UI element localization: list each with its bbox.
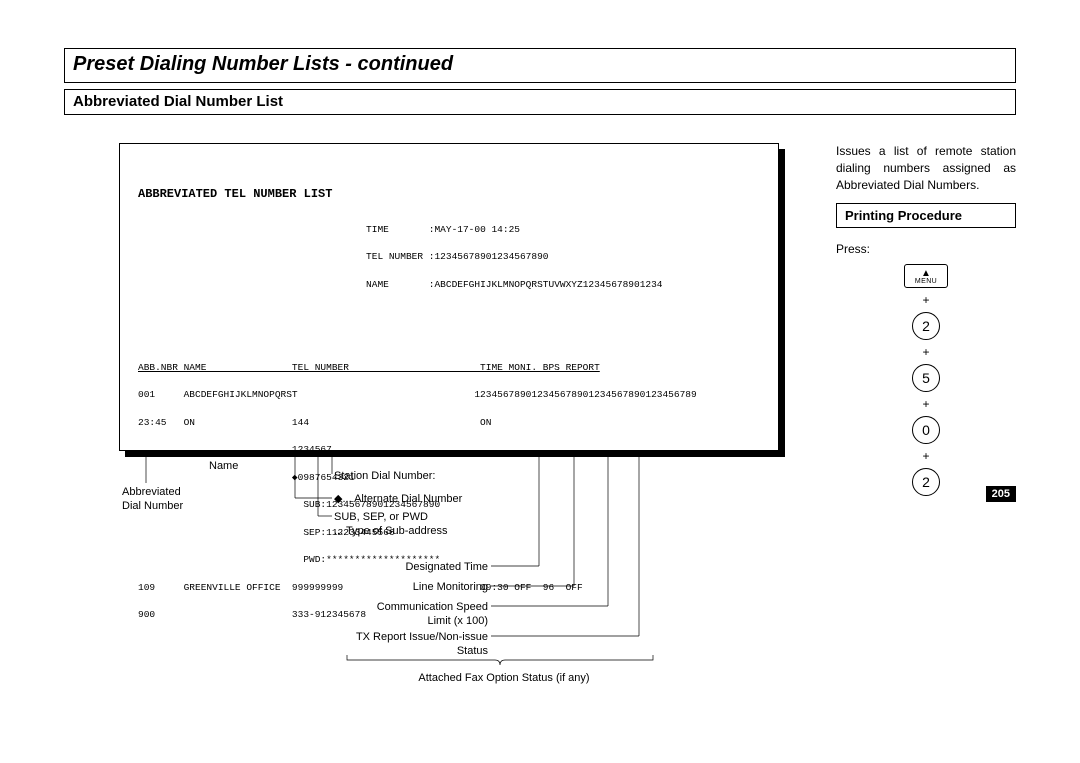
printout-row: PWD:********************	[138, 554, 440, 565]
procedure-heading: Printing Procedure	[845, 208, 1007, 223]
section-subtitle: Abbreviated Dial Number List	[73, 93, 1007, 110]
num-key-5: 5	[912, 364, 940, 392]
intro-text: Issues a list of remote station dialing …	[836, 143, 1016, 193]
printout-row: 23:45 ON 144 ON	[138, 417, 491, 428]
printout-sample: ABBREVIATED TEL NUMBER LIST TIME :MAY-17…	[119, 143, 779, 451]
printout-row: 1234567	[138, 444, 332, 455]
menu-key: ▲ MENU	[904, 264, 948, 288]
procedure-heading-box: Printing Procedure	[836, 203, 1016, 228]
printout-row: 109 GREENVILLE OFFICE 999999999 09:30 OF…	[138, 582, 583, 593]
title-bar: Preset Dialing Number Lists - continued	[64, 48, 1016, 83]
page-number: 205	[986, 486, 1016, 502]
num-key-2: 2	[912, 312, 940, 340]
printout-row: ◆0987654321	[138, 472, 355, 483]
num-key-0: 0	[912, 416, 940, 444]
printout-columns: ABB.NBR NAME TEL NUMBER TIME MONI. BPS R…	[138, 361, 760, 375]
subtitle-bar: Abbreviated Dial Number List	[64, 89, 1016, 115]
page-title: Preset Dialing Number Lists - continued	[73, 53, 1007, 76]
press-label: Press:	[836, 242, 1016, 256]
printout-heading: ABBREVIATED TEL NUMBER LIST	[138, 186, 760, 203]
side-column: Issues a list of remote station dialing …	[836, 143, 1016, 496]
printout-row: 001 ABCDEFGHIJKLMNOPQRST 123456789012345…	[138, 389, 697, 400]
printout-row: SUB:12345678901234567890	[138, 499, 440, 510]
key-sequence: ▲ MENU + 2 + 5 + 0 + 2	[836, 264, 1016, 496]
main-column: ABBREVIATED TEL NUMBER LIST TIME :MAY-17…	[64, 143, 836, 451]
printout-row: SEP:112233445566	[138, 527, 395, 538]
printout-row: 900 333-912345678	[138, 609, 366, 620]
callout-attached: Attached Fax Option Status (if any)	[364, 671, 644, 685]
num-key-2b: 2	[912, 468, 940, 496]
